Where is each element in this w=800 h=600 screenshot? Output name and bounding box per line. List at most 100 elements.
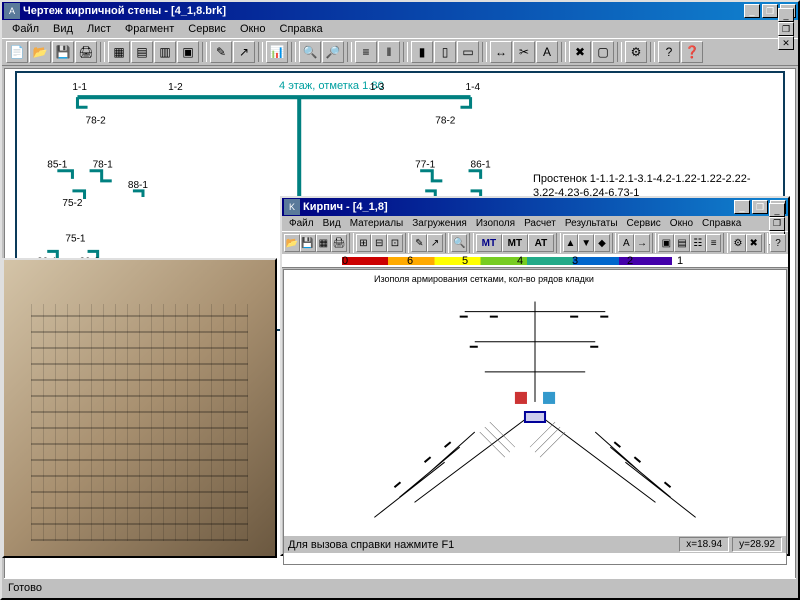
main-title: Чертеж кирпичной стены - [4_1,8.brk] bbox=[23, 5, 744, 17]
dim2-icon[interactable]: ✂ bbox=[513, 41, 535, 63]
child-workarea[interactable]: Изополя армирования сетками, кол-во рядо… bbox=[283, 269, 787, 565]
table-icon[interactable]: ▣ bbox=[177, 41, 199, 63]
mode2-icon[interactable]: ▯ bbox=[434, 41, 456, 63]
c-x-icon[interactable]: ✖ bbox=[746, 234, 762, 252]
lbl-1-4: 1-4 bbox=[466, 82, 481, 93]
doc-minimize-button[interactable]: _ bbox=[778, 8, 794, 22]
c-save-icon[interactable]: 💾 bbox=[300, 234, 316, 252]
settings-icon[interactable]: ⚙ bbox=[625, 41, 647, 63]
c-t2-icon[interactable]: ⊟ bbox=[371, 234, 387, 252]
child-titlebar[interactable]: K Кирпич - [4_1,8] _ ❐ ✕ bbox=[282, 198, 788, 216]
cmenu-results[interactable]: Результаты bbox=[561, 218, 622, 229]
c-print-icon[interactable]: 🖨 bbox=[331, 234, 347, 252]
cmenu-window[interactable]: Окно bbox=[666, 218, 697, 229]
c-help-icon[interactable]: ? bbox=[770, 234, 786, 252]
cmenu-materials[interactable]: Материалы bbox=[346, 218, 408, 229]
cmenu-service[interactable]: Сервис bbox=[623, 218, 665, 229]
rv6: 1 bbox=[677, 255, 683, 267]
render-3d-window[interactable] bbox=[2, 258, 277, 558]
cmenu-file[interactable]: Файл bbox=[285, 218, 318, 229]
menu-service[interactable]: Сервис bbox=[182, 22, 232, 36]
zoom-out-icon[interactable]: 🔎 bbox=[322, 41, 344, 63]
lbl-78-1: 78-1 bbox=[93, 160, 114, 171]
status-ready: Готово bbox=[8, 582, 42, 594]
cdoc-restore-button[interactable]: ❐ bbox=[769, 217, 785, 231]
c-b3-icon[interactable]: ◆ bbox=[594, 234, 610, 252]
c-s4-icon[interactable]: ≡ bbox=[706, 234, 722, 252]
print-icon[interactable]: 🖨 bbox=[75, 41, 97, 63]
menu-fragment[interactable]: Фрагмент bbox=[119, 22, 180, 36]
c-text-icon[interactable]: A bbox=[618, 234, 634, 252]
menu-view[interactable]: Вид bbox=[47, 22, 79, 36]
rv2: 5 bbox=[462, 255, 468, 267]
c-s3-icon[interactable]: ☷ bbox=[690, 234, 706, 252]
c-t1-icon[interactable]: ⊞ bbox=[356, 234, 372, 252]
menu-help[interactable]: Справка bbox=[274, 22, 329, 36]
chart-icon[interactable]: 📊 bbox=[266, 41, 288, 63]
cdoc-min-button[interactable]: _ bbox=[769, 203, 785, 217]
lbl-1-3: 1-3 bbox=[370, 82, 385, 93]
c-s2-icon[interactable]: ▤ bbox=[674, 234, 690, 252]
cmenu-calc[interactable]: Расчет bbox=[520, 218, 560, 229]
c-open-icon[interactable]: 📂 bbox=[284, 234, 300, 252]
rv1: 6 bbox=[407, 255, 413, 267]
c-zoom-icon[interactable]: 🔍 bbox=[451, 234, 467, 252]
menu-sheet[interactable]: Лист bbox=[81, 22, 117, 36]
tool1-icon[interactable]: ✎ bbox=[210, 41, 232, 63]
cmenu-help[interactable]: Справка bbox=[698, 218, 745, 229]
cmenu-loads[interactable]: Загружения bbox=[408, 218, 471, 229]
lbl-1-2: 1-2 bbox=[168, 82, 183, 93]
ruler-label: Изополя армирования сетками, кол-во рядо… bbox=[374, 274, 594, 284]
mode3-icon[interactable]: ▭ bbox=[457, 41, 479, 63]
save-icon[interactable]: 💾 bbox=[52, 41, 74, 63]
mode1-icon[interactable]: ▮ bbox=[411, 41, 433, 63]
menu-file[interactable]: Файл bbox=[6, 22, 45, 36]
child-maximize-button[interactable]: ❐ bbox=[752, 200, 768, 214]
doc-restore-button[interactable]: ❐ bbox=[778, 22, 794, 36]
open-icon[interactable]: 📂 bbox=[29, 41, 51, 63]
rv4: 3 bbox=[572, 255, 578, 267]
zoom-in-icon[interactable]: 🔍 bbox=[299, 41, 321, 63]
c-arrow2-icon[interactable]: → bbox=[634, 234, 650, 252]
layers-icon[interactable]: ▤ bbox=[131, 41, 153, 63]
minimize-button[interactable]: _ bbox=[744, 4, 760, 18]
c-mtat3-icon[interactable]: AT bbox=[528, 234, 554, 252]
main-toolbar: 📄 📂 💾 🖨 ▦ ▤ ▥ ▣ ✎ ↗ 📊 🔍 🔎 ≡ ‖ ▮ ▯ ▭ ↔ ✂ … bbox=[2, 38, 798, 66]
c-arrow-icon[interactable]: ↗ bbox=[427, 234, 443, 252]
tool2-icon[interactable]: ↗ bbox=[233, 41, 255, 63]
c-b2-icon[interactable]: ▼ bbox=[578, 234, 594, 252]
main-menubar: Файл Вид Лист Фрагмент Сервис Окно Справ… bbox=[2, 20, 798, 38]
cmenu-view[interactable]: Вид bbox=[319, 218, 345, 229]
c-b1-icon[interactable]: ▲ bbox=[563, 234, 579, 252]
dim1-icon[interactable]: ↔ bbox=[490, 41, 512, 63]
c-s1-icon[interactable]: ▣ bbox=[658, 234, 674, 252]
delete-icon[interactable]: ✖ bbox=[569, 41, 591, 63]
coord-y: y=28.92 bbox=[732, 537, 782, 552]
palette-icon[interactable]: ▥ bbox=[154, 41, 176, 63]
child-minimize-button[interactable]: _ bbox=[734, 200, 750, 214]
lbl-78-2a: 78-2 bbox=[86, 115, 107, 126]
align2-icon[interactable]: ‖ bbox=[378, 41, 400, 63]
align1-icon[interactable]: ≡ bbox=[355, 41, 377, 63]
c-settings-icon[interactable]: ⚙ bbox=[730, 234, 746, 252]
context-help-icon[interactable]: ❓ bbox=[681, 41, 703, 63]
c-grid-icon[interactable]: ▦ bbox=[316, 234, 332, 252]
c-t3-icon[interactable]: ⊡ bbox=[387, 234, 403, 252]
c-mtat2-icon[interactable]: MT bbox=[502, 234, 528, 252]
grid-icon[interactable]: ▦ bbox=[108, 41, 130, 63]
dim3-icon[interactable]: A bbox=[536, 41, 558, 63]
select-icon[interactable]: ▢ bbox=[592, 41, 614, 63]
rv3: 4 bbox=[517, 255, 523, 267]
c-mtat1-icon[interactable]: MT bbox=[476, 234, 502, 252]
menu-window[interactable]: Окно bbox=[234, 22, 272, 36]
c-edit-icon[interactable]: ✎ bbox=[411, 234, 427, 252]
doc-close-button[interactable]: ✕ bbox=[778, 36, 794, 50]
child-window: K Кирпич - [4_1,8] _ ❐ ✕ Файл Вид Матери… bbox=[280, 196, 790, 556]
help-icon[interactable]: ? bbox=[658, 41, 680, 63]
cmenu-iso[interactable]: Изополя bbox=[472, 218, 519, 229]
rv0: 0 bbox=[342, 255, 348, 267]
maximize-button[interactable]: ❐ bbox=[762, 4, 778, 18]
new-icon[interactable]: 📄 bbox=[6, 41, 28, 63]
rv5: 2 bbox=[627, 255, 633, 267]
main-titlebar[interactable]: A Чертеж кирпичной стены - [4_1,8.brk] _… bbox=[2, 2, 798, 20]
